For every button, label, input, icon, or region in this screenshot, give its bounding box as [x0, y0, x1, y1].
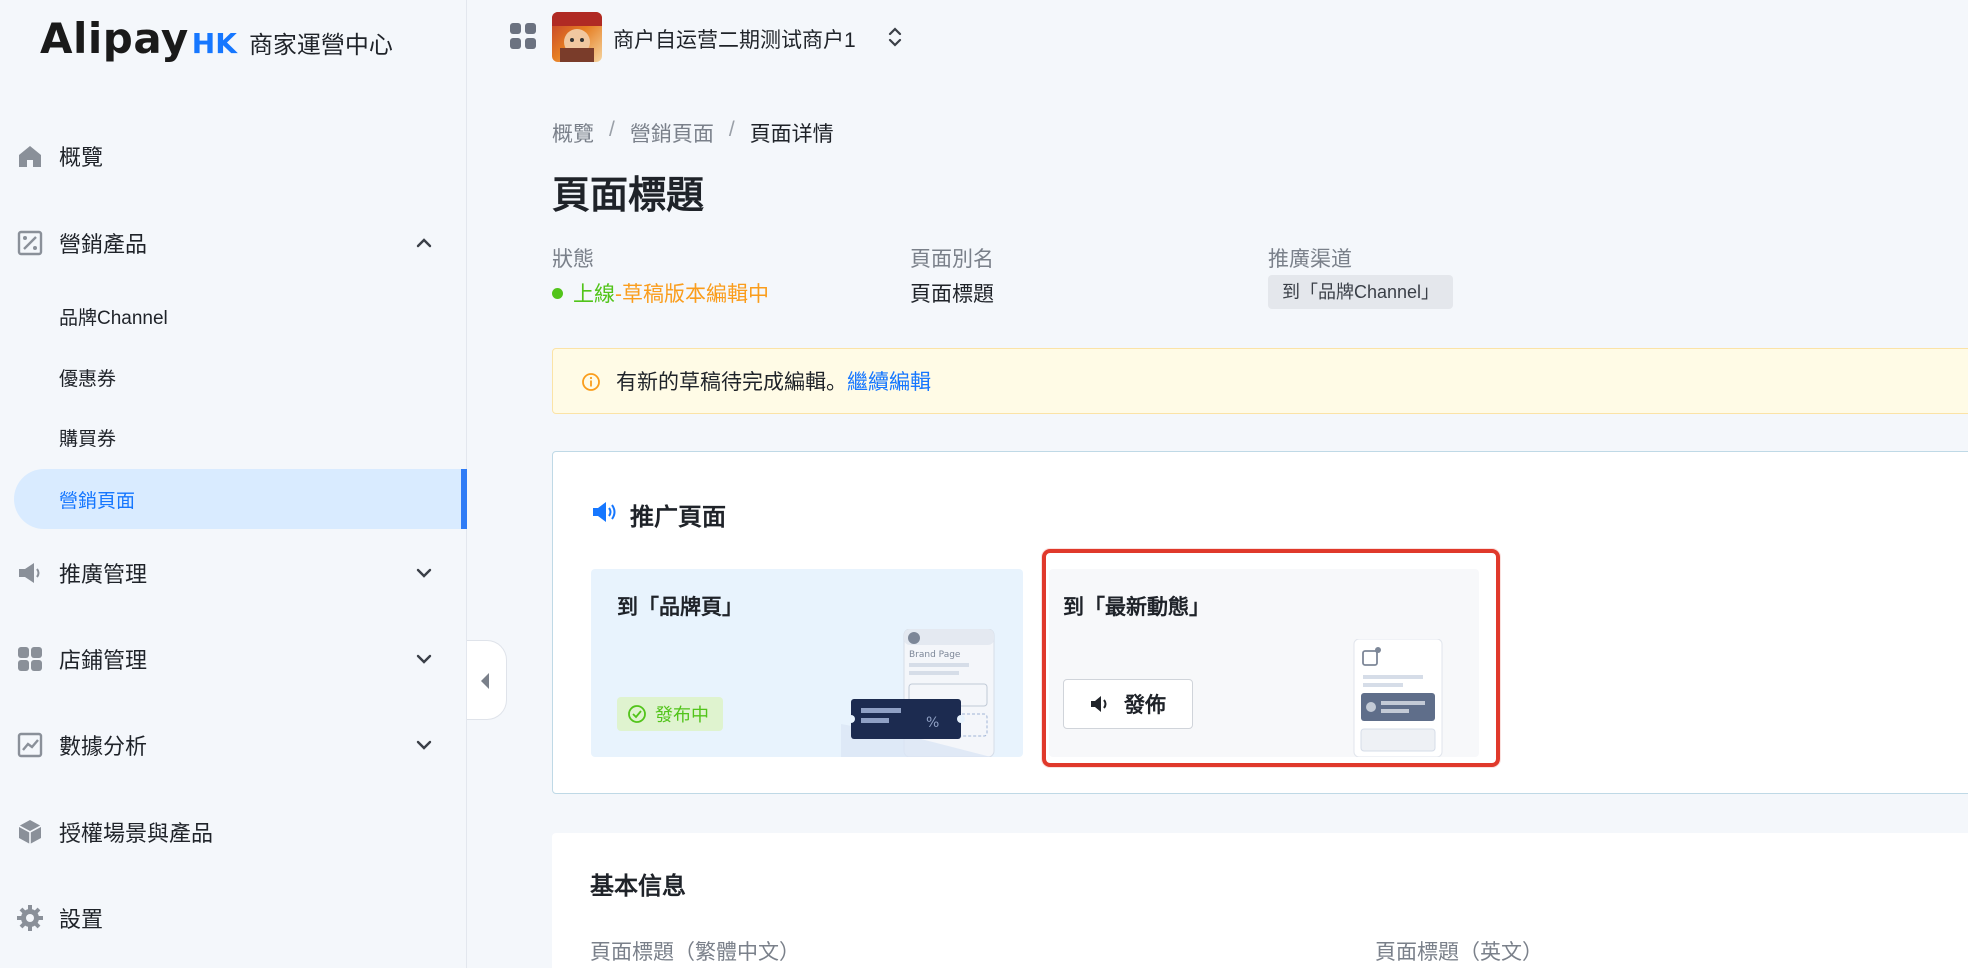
breadcrumb-separator: /: [728, 118, 735, 141]
logo-subtitle: 商家運營中心: [248, 32, 393, 59]
sidebar-item-label: 數據分析: [59, 734, 148, 759]
chart-icon: [17, 732, 43, 758]
alert-message: 有新的草稿待完成編輯。繼續編輯: [616, 366, 931, 396]
channel-label: 推廣渠道: [1268, 248, 1352, 271]
brand-page-illustration: Brand Page %: [841, 629, 995, 757]
latest-news-title: 到「最新動態」: [1063, 596, 1210, 619]
grid-icon: [18, 647, 42, 671]
status-draft: 草稿版本編輯中: [622, 283, 769, 306]
sidebar-subitem-brand-channel[interactable]: 品牌Channel: [14, 286, 467, 346]
alert-text: 有新的草稿待完成編輯。: [616, 371, 847, 394]
status-separator: -: [615, 283, 622, 306]
promotion-pages-card: 推广頁面 到「品牌頁」 發布中 Brand Page % 到「最新動態」 發佈: [552, 451, 1968, 794]
sidebar-subitem-label: 營銷頁面: [59, 490, 136, 512]
breadcrumb-marketing-pages[interactable]: 營銷頁面: [630, 118, 714, 148]
gear-icon: [17, 905, 43, 931]
alias-label: 頁面別名: [910, 248, 994, 271]
megaphone-icon: [593, 502, 616, 522]
brand-page-title: 到「品牌頁」: [617, 596, 743, 619]
card-title: 推广頁面: [630, 504, 726, 531]
sidebar-item-label: 營銷產品: [59, 232, 148, 257]
chevron-down-icon[interactable]: [412, 647, 436, 671]
check-circle-icon: [628, 705, 646, 723]
draft-alert: 有新的草稿待完成編輯。繼續編輯: [552, 348, 1968, 414]
sidebar: Alipay HK 商家運營中心 概覽 營銷產品 品牌Channel 優惠券 購…: [0, 0, 467, 968]
channel-tag: 到「品牌Channel」: [1268, 275, 1454, 309]
sidebar-subitem-label: 品牌Channel: [59, 307, 168, 329]
sidebar-item-label: 推廣管理: [59, 562, 148, 587]
app-root: Alipay HK 商家運營中心 概覽 營銷產品 品牌Channel 優惠券 購…: [0, 0, 1968, 968]
alias-value: 頁面標題: [910, 283, 994, 306]
brand-page-tile[interactable]: 到「品牌頁」 發布中 Brand Page %: [591, 569, 1023, 757]
merchant-avatar: [552, 12, 602, 62]
sidebar-subitem-coupons[interactable]: 優惠券: [14, 347, 467, 407]
chevron-down-icon[interactable]: [412, 733, 436, 757]
publishing-badge: 發布中: [617, 697, 723, 731]
merchant-avatar-image: [552, 12, 602, 62]
merchant-switch-icon[interactable]: [886, 24, 904, 50]
merchant-name[interactable]: 商户自运营二期测试商户1: [613, 24, 856, 54]
field-label-title-en: 頁面標題（英文）: [1375, 941, 1543, 964]
sidebar-item-store[interactable]: 店鋪管理: [0, 631, 467, 687]
sidebar-item-settings[interactable]: 設置: [0, 890, 467, 946]
speaker-icon: [1091, 696, 1107, 712]
status-dot: [552, 287, 563, 299]
sidebar-item-marketing-products[interactable]: 營銷產品: [0, 215, 467, 271]
publish-button[interactable]: 發佈: [1063, 679, 1193, 729]
brand-page-illustration-label: Brand Page: [909, 650, 961, 660]
sidebar-subitem-label: 優惠券: [59, 368, 117, 390]
breadcrumb: 概覽 / 營銷頁面 / 頁面详情: [552, 118, 834, 148]
breadcrumb-current: 頁面详情: [749, 123, 834, 146]
sidebar-subitem-vouchers[interactable]: 購買券: [14, 407, 467, 467]
app-switcher-icon[interactable]: [509, 22, 537, 50]
active-indicator: [461, 469, 467, 529]
ticket-icon: [17, 230, 43, 256]
status-label: 狀態: [552, 248, 594, 271]
page-title: 頁面標題: [552, 175, 705, 217]
caret-left-icon: [481, 673, 489, 689]
chevron-up-icon[interactable]: [412, 231, 436, 255]
sidebar-item-label: 設置: [59, 907, 104, 932]
sidebar-item-promotion[interactable]: 推廣管理: [0, 545, 467, 601]
sidebar-item-authorization[interactable]: 授權場景與產品: [0, 804, 467, 860]
sidebar-collapse-button[interactable]: [467, 640, 507, 720]
home-icon: [19, 146, 41, 167]
logo-wordmark: Alipay: [40, 14, 189, 63]
status-online: 上線: [573, 283, 615, 306]
latest-news-tile[interactable]: 到「最新動態」 發佈: [1049, 569, 1479, 757]
latest-news-illustration: [1353, 639, 1443, 757]
logo: Alipay HK 商家運營中心: [40, 14, 393, 63]
basic-info-card: 基本信息 頁面標題（繁體中文） 頁面標題（英文）: [552, 833, 1968, 968]
info-icon: [582, 373, 600, 391]
sidebar-item-label: 授權場景與產品: [59, 821, 214, 846]
chevron-down-icon[interactable]: [412, 561, 436, 585]
basic-info-title: 基本信息: [590, 873, 686, 900]
sidebar-subitem-marketing-pages[interactable]: 營銷頁面: [14, 469, 467, 529]
sidebar-subitem-label: 購買券: [59, 428, 117, 450]
publishing-badge-label: 發布中: [655, 705, 709, 725]
publish-button-label: 發佈: [1124, 694, 1166, 717]
sidebar-item-overview[interactable]: 概覽: [0, 128, 467, 184]
sidebar-item-label: 店鋪管理: [59, 648, 148, 673]
breadcrumb-separator: /: [609, 118, 615, 141]
megaphone-icon: [19, 563, 40, 583]
sidebar-item-analytics[interactable]: 數據分析: [0, 717, 467, 773]
field-label-title-zh: 頁面標題（繁體中文）: [590, 941, 800, 964]
status-value: 上線-草稿版本編輯中: [552, 278, 769, 308]
breadcrumb-overview[interactable]: 概覽: [552, 118, 594, 148]
svg-text:%: %: [926, 715, 939, 731]
logo-suffix: HK: [191, 27, 237, 60]
cube-icon: [18, 820, 42, 844]
sidebar-item-label: 概覽: [59, 145, 104, 170]
continue-edit-link[interactable]: 繼續編輯: [847, 371, 931, 394]
